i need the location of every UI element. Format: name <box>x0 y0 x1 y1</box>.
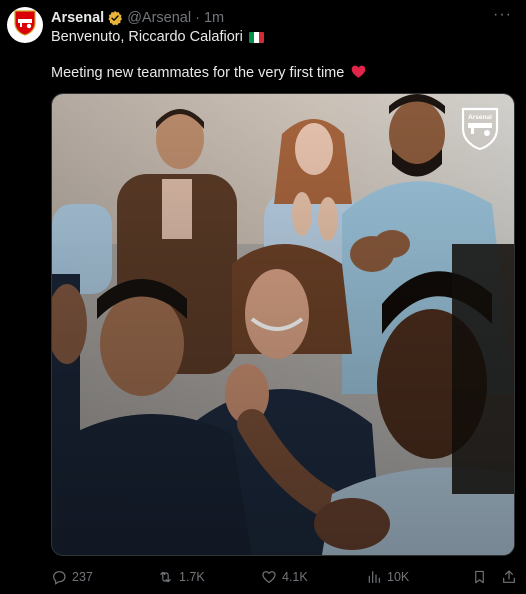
tweet-card: Arsenal @Arsenal · 1m ··· Benvenuto, Ric… <box>0 0 526 594</box>
arsenal-crest-icon <box>14 9 36 41</box>
red-heart-icon <box>351 65 366 81</box>
media-watermark-text: Arsenal <box>468 114 492 121</box>
author-handle[interactable]: @Arsenal <box>127 10 191 26</box>
post-timestamp[interactable]: 1m <box>204 10 224 26</box>
views-count: 10K <box>387 570 410 584</box>
verified-badge-icon <box>107 10 123 26</box>
views-button[interactable]: 10K <box>366 569 409 585</box>
tweet-header: Arsenal @Arsenal · 1m <box>51 8 224 28</box>
share-icon <box>501 569 517 585</box>
post-subtitle: Benvenuto, Riccardo Calafiori <box>51 29 264 45</box>
repost-count: 1.7K <box>179 570 205 584</box>
separator-dot: · <box>195 10 200 26</box>
reply-count: 237 <box>72 570 93 584</box>
reply-icon <box>51 569 67 585</box>
repost-button[interactable]: 1.7K <box>157 569 205 585</box>
like-icon <box>261 569 277 585</box>
bookmark-button[interactable] <box>472 569 487 585</box>
share-button[interactable] <box>501 569 517 585</box>
reply-button[interactable]: 237 <box>51 569 93 585</box>
post-media-video[interactable]: Arsenal <box>51 93 515 556</box>
post-body: Meeting new teammates for the very first… <box>51 65 366 81</box>
like-button[interactable]: 4.1K <box>261 569 308 585</box>
post-text: Meeting new teammates for the very first… <box>51 65 345 81</box>
subtitle-text: Benvenuto, Riccardo Calafiori <box>51 29 243 45</box>
author-avatar[interactable] <box>7 7 43 43</box>
action-bar: 237 1.7K 4.1K 10K <box>51 569 521 587</box>
like-count: 4.1K <box>282 570 308 584</box>
more-options-button[interactable]: ··· <box>493 7 512 23</box>
repost-icon <box>157 569 174 585</box>
bookmark-icon <box>472 569 487 585</box>
views-icon <box>366 569 382 585</box>
author-name[interactable]: Arsenal <box>51 10 104 26</box>
italy-flag-icon <box>248 31 264 43</box>
